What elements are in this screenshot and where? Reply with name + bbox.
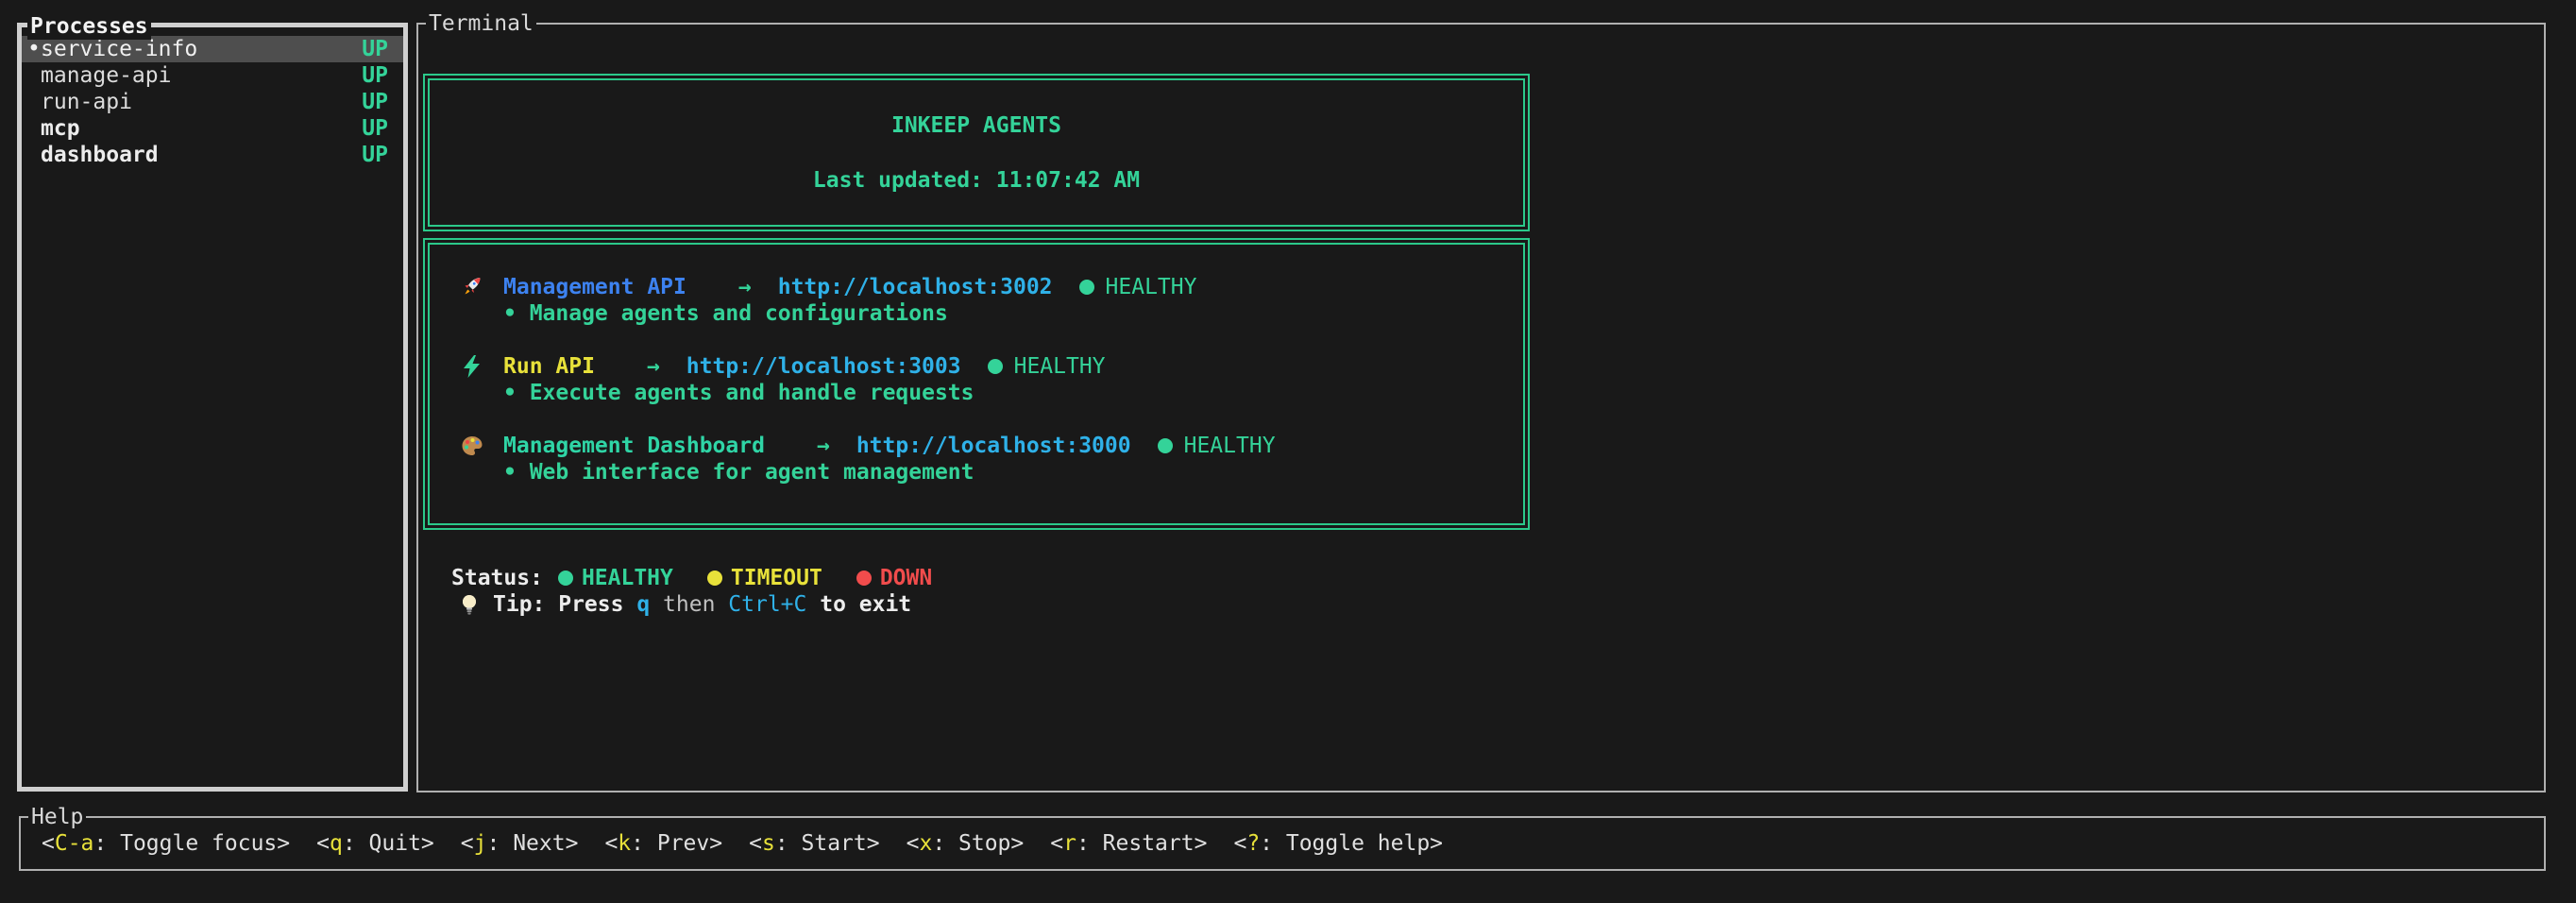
process-name: mcp bbox=[41, 115, 362, 142]
shortcut-key: k bbox=[618, 831, 631, 856]
services-box: Management API → http://localhost:3002 H… bbox=[423, 238, 1530, 530]
service-line: Run API → http://localhost:3003 HEALTHY bbox=[430, 353, 1523, 380]
shortcut-key: s bbox=[762, 831, 775, 856]
process-status-badge: UP bbox=[362, 62, 388, 89]
shortcut-toggle-help: <?: Toggle help> bbox=[1233, 830, 1443, 857]
terminal-screen: Processes • service-info UP manage-api U… bbox=[0, 0, 2576, 903]
process-row-dashboard[interactable]: dashboard UP bbox=[22, 142, 403, 168]
banner-box: INKEEP AGENTS Last updated: 11:07:42 AM bbox=[423, 74, 1530, 231]
process-row-service-info[interactable]: • service-info UP bbox=[22, 36, 403, 62]
process-name: service-info bbox=[41, 36, 362, 62]
down-dot-icon bbox=[856, 571, 872, 586]
shortcut-key: j bbox=[474, 831, 487, 856]
process-status-badge: UP bbox=[362, 142, 388, 168]
tip-key-q: q bbox=[636, 592, 650, 617]
service-url[interactable]: http://localhost:3002 bbox=[778, 274, 1053, 300]
legend-label: Status: bbox=[451, 565, 543, 591]
service-description: • Web interface for agent management bbox=[430, 459, 1523, 486]
shortcut-key: x bbox=[919, 831, 932, 856]
service-entry-management-dashboard: Management Dashboard → http://localhost:… bbox=[430, 433, 1523, 486]
process-list: • service-info UP manage-api UP run-api … bbox=[22, 27, 403, 168]
service-health-status: HEALTHY bbox=[1106, 274, 1197, 300]
legend-entry-down: DOWN bbox=[856, 565, 932, 591]
rocket-icon bbox=[460, 275, 484, 299]
service-name: Run API bbox=[503, 353, 595, 380]
tip-key-ctrl-c: Ctrl+C bbox=[728, 592, 806, 617]
tip-line: Tip: Press q then Ctrl+C to exit bbox=[451, 591, 911, 618]
process-name: dashboard bbox=[41, 142, 362, 168]
process-name: manage-api bbox=[41, 62, 362, 89]
shortcut-restart: <r: Restart> bbox=[1050, 830, 1207, 857]
status-legend: Status: HEALTHY TIMEOUT DOWN bbox=[451, 565, 966, 591]
process-row-mcp[interactable]: mcp UP bbox=[22, 115, 403, 142]
shortcut-key: q bbox=[330, 831, 343, 856]
service-health-status: HEALTHY bbox=[1184, 433, 1276, 459]
tip-middle: then bbox=[650, 592, 728, 617]
service-line: Management Dashboard → http://localhost:… bbox=[430, 433, 1523, 459]
shortcut-key: C-a bbox=[55, 831, 94, 856]
banner-title: INKEEP AGENTS bbox=[891, 112, 1061, 139]
terminal-output: INKEEP AGENTS Last updated: 11:07:42 AM bbox=[418, 25, 2544, 791]
shortcut-start: <s: Start> bbox=[749, 830, 880, 857]
process-row-manage-api[interactable]: manage-api UP bbox=[22, 62, 403, 89]
lightbulb-icon bbox=[457, 592, 482, 617]
service-line: Management API → http://localhost:3002 H… bbox=[430, 274, 1523, 300]
help-panel: Help <C-a: Toggle focus> <q: Quit> <j: N… bbox=[19, 816, 2546, 871]
arrow-icon: → bbox=[738, 274, 752, 300]
service-description: • Execute agents and handle requests bbox=[430, 380, 1523, 406]
shortcut-quit: <q: Quit> bbox=[316, 830, 434, 857]
healthy-dot-icon bbox=[558, 571, 573, 586]
legend-entry-healthy: HEALTHY bbox=[558, 565, 673, 591]
shortcut-toggle-focus: <C-a: Toggle focus> bbox=[42, 830, 290, 857]
process-name: run-api bbox=[41, 89, 362, 115]
timeout-dot-icon bbox=[707, 571, 722, 586]
arrow-icon: → bbox=[817, 433, 830, 459]
zap-icon bbox=[460, 354, 484, 379]
selected-bullet-icon: • bbox=[27, 36, 41, 62]
service-description: • Manage agents and configurations bbox=[430, 300, 1523, 327]
palette-icon bbox=[460, 434, 484, 458]
terminal-panel[interactable]: Terminal INKEEP AGENTS Last updated: 11:… bbox=[416, 23, 2546, 792]
service-name: Management API bbox=[503, 274, 686, 300]
help-panel-title: Help bbox=[28, 804, 86, 830]
shortcut-stop: <x: Stop> bbox=[907, 830, 1025, 857]
processes-panel-title: Processes bbox=[27, 13, 151, 40]
process-status-badge: UP bbox=[362, 36, 388, 62]
legend-text: DOWN bbox=[880, 565, 932, 591]
service-name: Management Dashboard bbox=[503, 433, 765, 459]
legend-text: HEALTHY bbox=[582, 565, 673, 591]
shortcut-prev: <k: Prev> bbox=[604, 830, 722, 857]
healthy-dot-icon bbox=[988, 359, 1003, 374]
service-entry-management-api: Management API → http://localhost:3002 H… bbox=[430, 274, 1523, 327]
legend-entry-timeout: TIMEOUT bbox=[707, 565, 822, 591]
process-status-badge: UP bbox=[362, 115, 388, 142]
shortcut-next: <j: Next> bbox=[461, 830, 579, 857]
service-entry-run-api: Run API → http://localhost:3003 HEALTHY … bbox=[430, 353, 1523, 406]
tip-prefix: Tip: Press bbox=[493, 592, 636, 617]
tip-text: Tip: Press q then Ctrl+C to exit bbox=[493, 591, 911, 618]
arrow-icon: → bbox=[647, 353, 660, 380]
process-row-run-api[interactable]: run-api UP bbox=[22, 89, 403, 115]
service-url[interactable]: http://localhost:3003 bbox=[686, 353, 961, 380]
service-url[interactable]: http://localhost:3000 bbox=[856, 433, 1131, 459]
processes-panel[interactable]: Processes • service-info UP manage-api U… bbox=[17, 23, 408, 792]
healthy-dot-icon bbox=[1079, 280, 1094, 295]
process-status-badge: UP bbox=[362, 89, 388, 115]
help-shortcut-bar: <C-a: Toggle focus> <q: Quit> <j: Next> … bbox=[21, 818, 2544, 857]
last-updated-text: Last updated: 11:07:42 AM bbox=[813, 167, 1140, 194]
tip-suffix: to exit bbox=[806, 592, 911, 617]
healthy-dot-icon bbox=[1158, 438, 1173, 453]
service-health-status: HEALTHY bbox=[1014, 353, 1106, 380]
shortcut-key: r bbox=[1063, 831, 1076, 856]
shortcut-key: ? bbox=[1246, 831, 1260, 856]
legend-text: TIMEOUT bbox=[731, 565, 822, 591]
